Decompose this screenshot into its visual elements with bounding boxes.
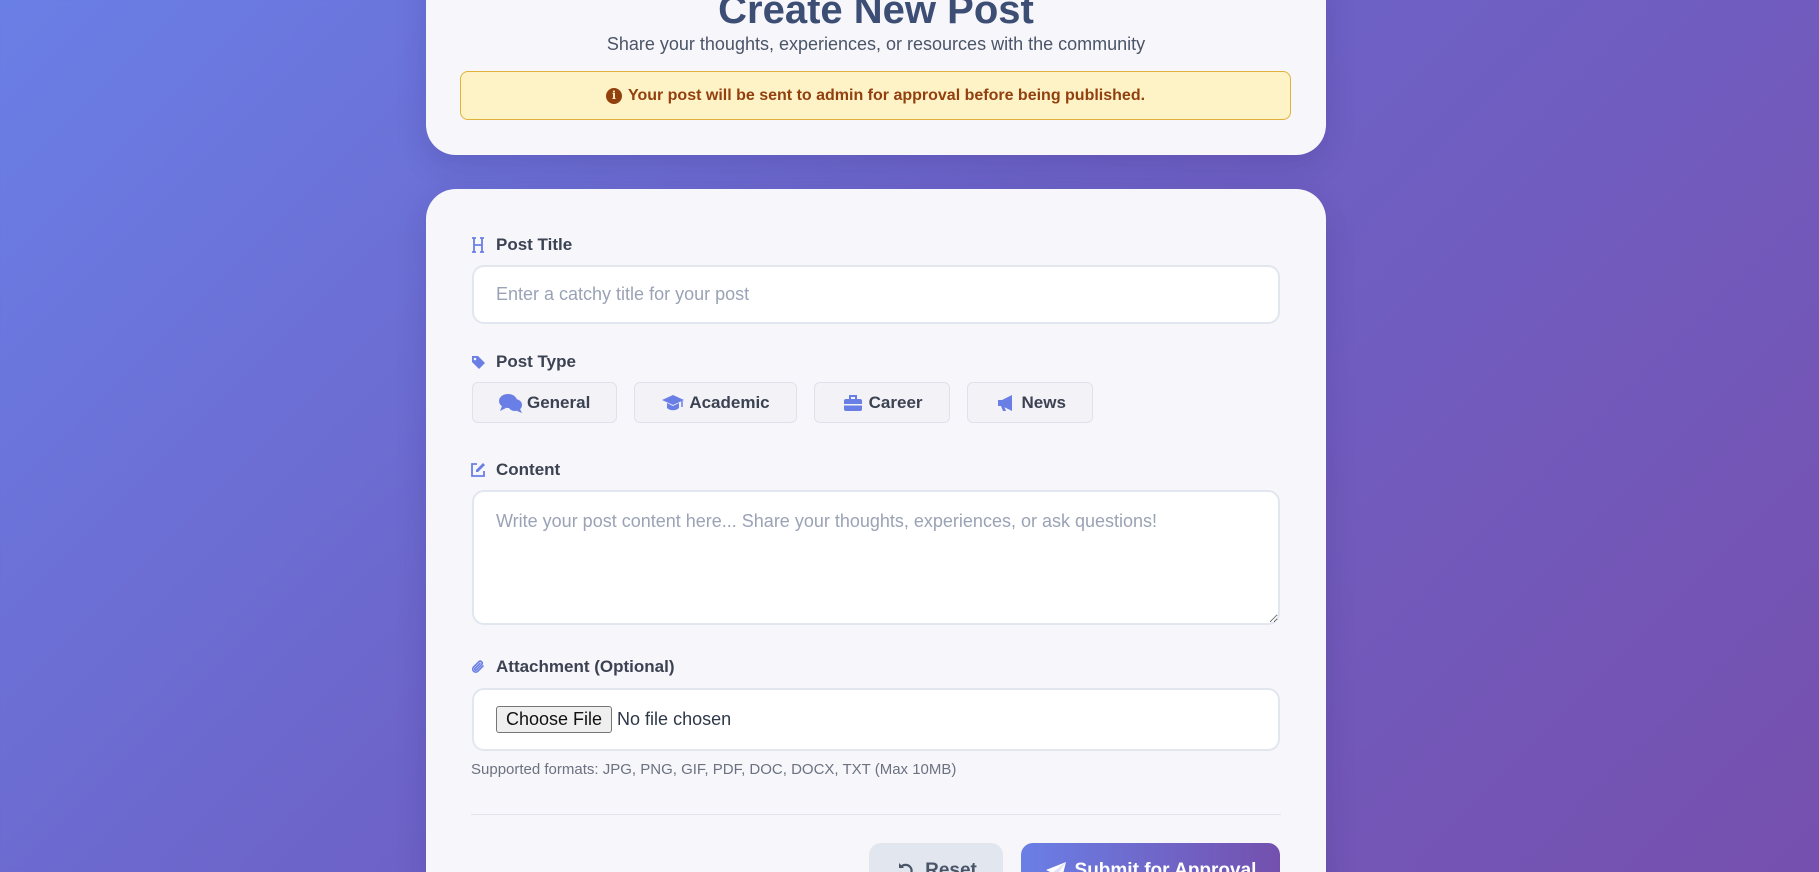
post-title-label: Post Title [470, 235, 572, 255]
post-type-general-label: General [527, 392, 591, 412]
page-subtitle: Share your thoughts, experiences, or res… [606, 34, 1146, 54]
post-form-card: Post Title Post Type General Academic Ca… [426, 189, 1326, 872]
comments-icon [499, 393, 523, 413]
post-type-options: General Academic Career News [472, 382, 1093, 423]
supported-formats-text: Supported formats: JPG, PNG, GIF, PDF, D… [471, 761, 957, 778]
page-title: Create New Post [718, 0, 1034, 32]
post-title-input[interactable] [472, 265, 1280, 324]
content-label: Content [470, 460, 560, 480]
attachment-label-text: Attachment (Optional) [496, 657, 675, 676]
submit-button-label: Submit for Approval [1074, 860, 1257, 872]
approval-notice-text: Your post will be sent to admin for appr… [627, 86, 1146, 104]
undo-icon [895, 860, 917, 872]
choose-file-button[interactable]: Choose File [496, 706, 613, 733]
info-icon: i [605, 87, 622, 104]
submit-for-approval-button[interactable]: Submit for Approval [1021, 843, 1280, 872]
content-label-text: Content [496, 460, 561, 479]
approval-notice: i Your post will be sent to admin for ap… [460, 71, 1291, 120]
attachment-label: Attachment (Optional) [470, 657, 675, 677]
paper-plane-icon [1045, 860, 1067, 872]
megaphone-icon [994, 393, 1018, 413]
post-type-label: Post Type [470, 352, 576, 372]
paperclip-icon [470, 659, 486, 675]
post-type-career-label: Career [868, 392, 923, 412]
post-type-news-label: News [1021, 392, 1066, 412]
post-type-label-text: Post Type [496, 352, 576, 371]
briefcase-icon [841, 393, 865, 413]
post-type-academic[interactable]: Academic [634, 382, 797, 423]
edit-icon [470, 462, 486, 478]
file-status-text: No file chosen [617, 709, 732, 729]
graduation-cap-icon [661, 393, 685, 413]
header-card: Create New Post Share your thoughts, exp… [426, 0, 1326, 155]
content-textarea[interactable] [472, 490, 1280, 625]
post-type-academic-label: Academic [689, 392, 770, 412]
attachment-file-input[interactable]: Choose File No file chosen [472, 688, 1280, 751]
form-divider [471, 814, 1281, 815]
post-type-news[interactable]: News [966, 382, 1093, 423]
heading-icon [470, 237, 486, 253]
reset-button-label: Reset [925, 860, 977, 872]
tag-icon [470, 354, 486, 370]
reset-button[interactable]: Reset [869, 843, 1003, 872]
post-title-label-text: Post Title [496, 235, 573, 254]
post-type-general[interactable]: General [472, 382, 618, 423]
post-type-career[interactable]: Career [813, 382, 950, 423]
